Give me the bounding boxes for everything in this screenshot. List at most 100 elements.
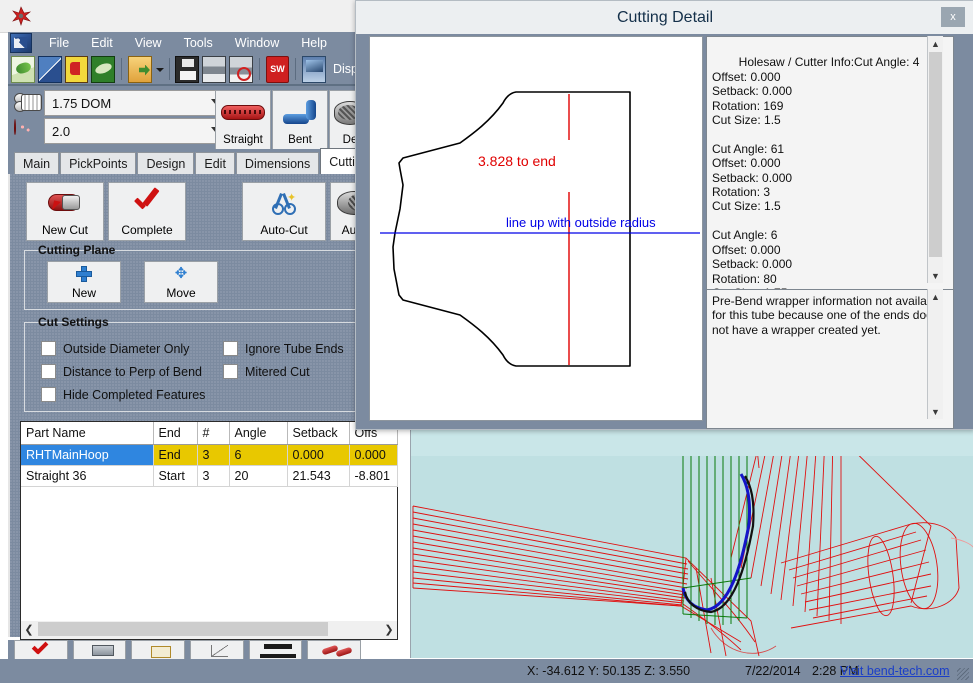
size-combo-value: 2.0	[52, 123, 71, 139]
menu-item-view[interactable]: View	[124, 34, 173, 52]
chevron-up-icon[interactable]: ▲	[928, 289, 943, 304]
toolbar-separator	[295, 58, 297, 80]
menu-item-file[interactable]: File	[38, 34, 80, 52]
pre-bend-message-panel[interactable]: Pre-Bend wrapper information not availab…	[706, 289, 954, 429]
grid-horizontal-scrollbar[interactable]: ❮ ❯	[20, 621, 398, 640]
tab-edit[interactable]: Edit	[195, 152, 235, 174]
window-bottom-edge	[0, 683, 973, 691]
cutting-plane-group: Cutting Plane New ✥ Move	[24, 243, 359, 310]
menu-item-edit[interactable]: Edit	[80, 34, 124, 52]
straight-tube-label: Straight	[223, 134, 263, 146]
solidworks-icon[interactable]: SW	[265, 55, 290, 83]
column-setback: Setback	[287, 422, 350, 445]
cell-end: Start	[153, 465, 198, 487]
tab-design[interactable]: Design	[137, 152, 195, 174]
checkbox-label: Hide Completed Features	[63, 387, 206, 402]
checkbox-mitered-cut[interactable]: Mitered Cut	[223, 364, 310, 379]
size-combo[interactable]: 2.0	[44, 118, 228, 144]
checkbox-ignore-tube-ends[interactable]: Ignore Tube Ends	[223, 341, 344, 356]
status-date: 7/22/2014	[745, 664, 801, 678]
holesaw-cutter-info-text: Holesaw / Cutter Info:Cut Angle: 4 Offse…	[712, 55, 920, 292]
new-part-icon[interactable]	[37, 55, 62, 83]
tab-dimensions[interactable]: Dimensions	[235, 152, 320, 174]
chevron-down-icon[interactable]: ▼	[928, 404, 943, 419]
chevron-down-icon[interactable]: ▼	[928, 268, 943, 283]
close-icon[interactable]: x	[941, 7, 965, 27]
menu-item-window[interactable]: Window	[224, 34, 290, 52]
coordinate-readout: X: -34.612 Y: 50.135 Z: 3.550	[527, 664, 691, 678]
column-angle: Angle	[229, 422, 288, 445]
cell-offset: 0.000	[349, 444, 398, 466]
chevron-up-icon[interactable]: ▲	[928, 36, 943, 51]
cell-part-name: Straight 36	[21, 465, 154, 487]
canvas-blue-annotation: line up with outside radius	[506, 215, 656, 230]
straight-tube-button[interactable]: Straight	[215, 90, 271, 150]
app-menu-icon[interactable]	[10, 33, 32, 53]
info-panel-scrollbar[interactable]: ▲ ▼	[927, 36, 943, 283]
cut-settings-title: Cut Settings	[34, 315, 113, 329]
table-row[interactable]: Straight 36 Start 3 20 21.543 -8.801	[21, 465, 398, 487]
bent-tube-label: Bent	[288, 134, 312, 146]
scrollbar-thumb[interactable]	[38, 622, 328, 636]
new-cut-button[interactable]: New Cut	[26, 182, 104, 241]
wrapper-drawing-canvas[interactable]: 3.828 to end line up with outside radius	[369, 36, 703, 421]
table-header-row: Part Name End # Angle Setback Offs	[21, 422, 398, 445]
chevron-left-icon[interactable]: ❮	[21, 621, 37, 637]
main-toolbar: SW Disp	[8, 54, 358, 86]
checkbox-box	[223, 341, 238, 356]
cutting-detail-dialog: Cutting Detail x 3.828 to end line up wi…	[355, 0, 973, 430]
website-link[interactable]: Visit bend-tech.com	[840, 664, 950, 678]
material-type-bar: 1.75 DOM 2.0 Straight Bent De	[8, 86, 371, 151]
material-combo[interactable]: 1.75 DOM	[44, 90, 228, 116]
new-document-icon[interactable]	[11, 55, 35, 83]
print-icon[interactable]	[202, 55, 226, 83]
display-monitor-icon[interactable]	[302, 55, 326, 83]
checkbox-box	[223, 364, 238, 379]
message-panel-scrollbar[interactable]: ▲ ▼	[927, 289, 943, 419]
window-title-bar	[0, 0, 355, 33]
cell-setback: 21.543	[287, 465, 350, 487]
bent-tube-icon	[273, 91, 327, 134]
column-end: End	[153, 422, 198, 445]
checkbox-box	[41, 341, 56, 356]
cutting-plane-move-button[interactable]: ✥ Move	[144, 261, 218, 303]
auto-cut-button[interactable]: ✦ Auto-Cut	[242, 182, 326, 241]
straight-tube-icon	[216, 91, 270, 134]
checkbox-outside-diameter-only[interactable]: Outside Diameter Only	[41, 341, 189, 356]
holesaw-cutter-info-panel[interactable]: Holesaw / Cutter Info:Cut Angle: 4 Offse…	[706, 36, 954, 293]
open-folder-icon[interactable]	[127, 55, 152, 83]
column-number: #	[197, 422, 230, 445]
open-folder-dropdown-icon[interactable]	[155, 57, 164, 82]
green-part-icon[interactable]	[91, 55, 116, 83]
3d-viewport[interactable]	[410, 428, 973, 658]
complete-button[interactable]: Complete	[108, 182, 186, 241]
cutting-plane-new-button[interactable]: New	[47, 261, 121, 303]
toolbar-separator	[258, 58, 260, 80]
save-icon[interactable]	[175, 55, 200, 83]
toolbar-separator	[121, 58, 122, 80]
tab-bar: Main PickPoints Design Edit Dimensions C…	[8, 148, 427, 174]
new-cut-label: New Cut	[41, 223, 88, 237]
bent-tube-button[interactable]: Bent	[272, 90, 328, 150]
complete-check-icon	[132, 183, 162, 223]
menu-bar: File Edit View Tools Window Help	[8, 32, 355, 54]
scrollbar-thumb[interactable]	[929, 52, 942, 257]
tab-main[interactable]: Main	[14, 152, 60, 174]
tab-pickpoints[interactable]: PickPoints	[60, 152, 137, 174]
bend-tech-logo-icon	[12, 6, 32, 26]
chevron-right-icon[interactable]: ❯	[381, 621, 397, 637]
checkbox-distance-to-perp-of-bend[interactable]: Distance to Perp of Bend	[41, 364, 202, 379]
table-row[interactable]: RHTMainHoop End 3 6 0.000 0.000	[21, 444, 398, 466]
open-design-icon[interactable]	[64, 55, 89, 83]
menu-item-help[interactable]: Help	[290, 34, 338, 52]
status-bar: X: -34.612 Y: 50.135 Z: 3.550 7/22/2014 …	[0, 659, 973, 683]
print-preview-icon[interactable]	[228, 55, 253, 83]
cell-end: End	[153, 444, 198, 466]
resize-grip-icon[interactable]	[957, 668, 969, 680]
checkbox-hide-completed-features[interactable]: Hide Completed Features	[41, 387, 205, 402]
menu-item-tools[interactable]: Tools	[173, 34, 224, 52]
checkbox-label: Ignore Tube Ends	[245, 341, 344, 356]
size-combo-wrap: 2.0	[14, 118, 228, 144]
feature-grid[interactable]: Part Name End # Angle Setback Offs RHTMa…	[20, 421, 398, 623]
cell-angle: 20	[229, 465, 288, 487]
